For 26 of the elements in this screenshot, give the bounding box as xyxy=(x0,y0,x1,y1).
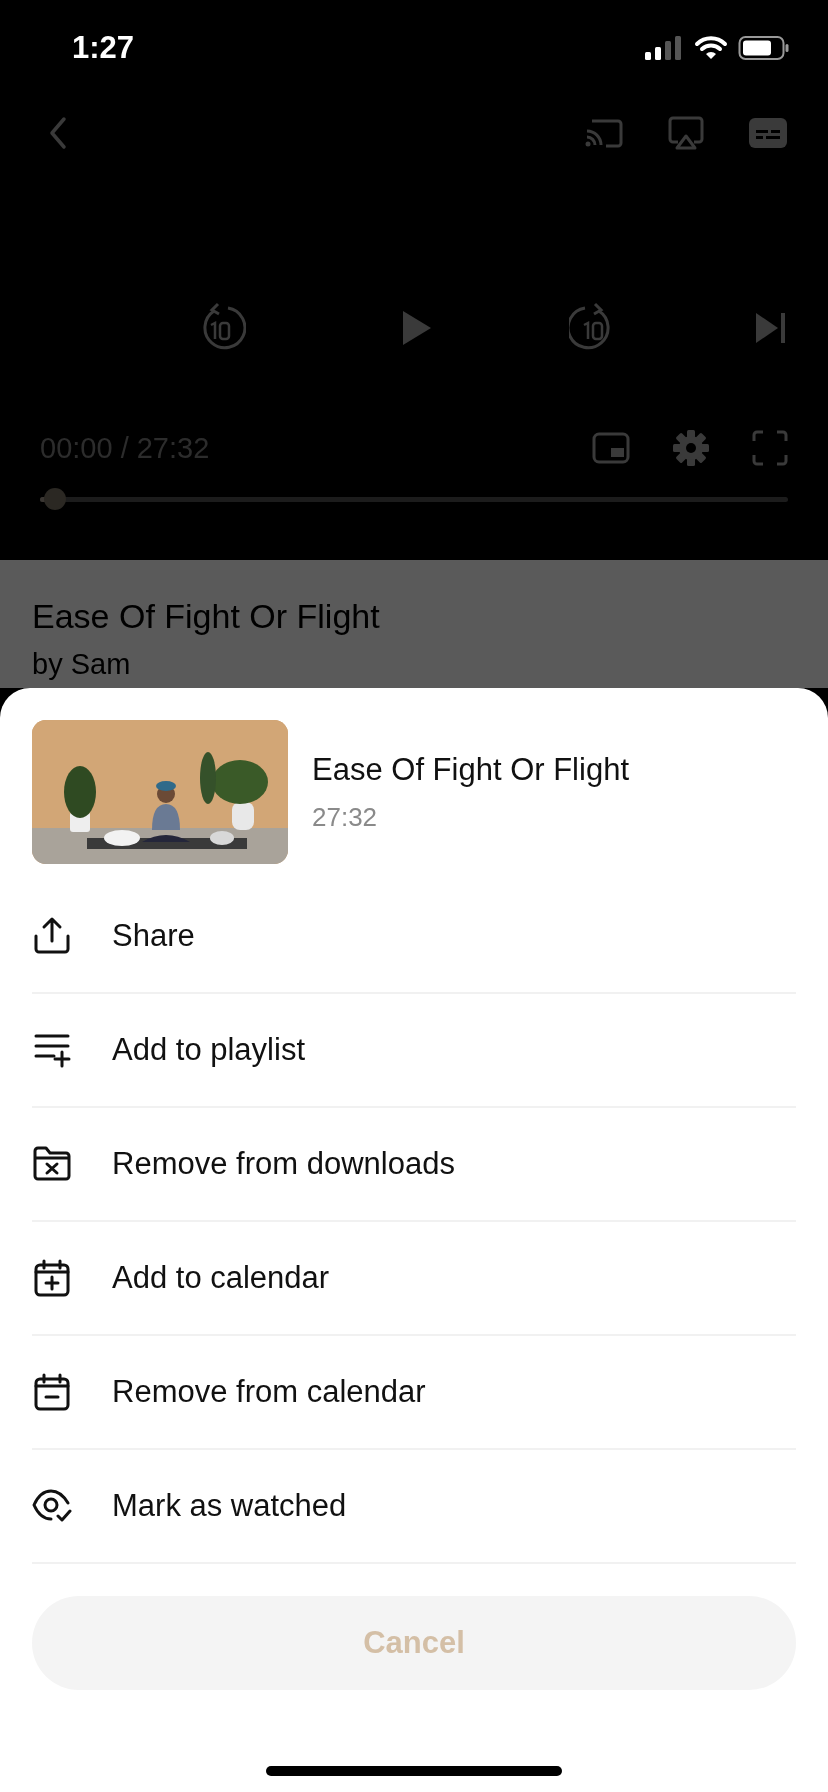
duration: 27:32 xyxy=(312,801,379,833)
video-title: Ease Of Fight Or Flight xyxy=(32,596,381,636)
picture-in-picture-icon[interactable] xyxy=(592,432,630,464)
folder-remove-icon xyxy=(32,1144,72,1184)
menu-item[interactable]: Add to playlist xyxy=(32,994,796,1108)
progress-thumb[interactable] xyxy=(43,488,66,510)
subtitles-icon[interactable] xyxy=(748,117,788,149)
home-indicator[interactable] xyxy=(266,1766,562,1776)
calendar-remove-icon xyxy=(32,1372,72,1412)
share-icon xyxy=(32,916,72,956)
author-name: by Sam xyxy=(32,647,132,682)
menu-item[interactable]: Add to calendar xyxy=(32,1222,796,1336)
menu-item[interactable]: Mark as watched xyxy=(32,1450,796,1564)
menu-item[interactable]: Remove from calendar xyxy=(32,1336,796,1450)
menu-item[interactable]: Share xyxy=(32,880,796,994)
clock-time: 1:27 xyxy=(72,30,135,66)
airplay-icon[interactable] xyxy=(666,115,706,151)
video-title: Ease Of Fight Or Flight xyxy=(312,751,629,788)
fullscreen-icon[interactable] xyxy=(752,430,788,466)
wifi-icon xyxy=(694,35,728,61)
menu-item[interactable]: Remove from downloads xyxy=(32,1108,796,1222)
skip-next-icon[interactable] xyxy=(754,311,788,345)
battery-icon xyxy=(738,35,790,61)
calendar-add-icon xyxy=(32,1258,72,1298)
settings-icon[interactable] xyxy=(672,429,710,467)
signal-icon xyxy=(644,35,684,61)
